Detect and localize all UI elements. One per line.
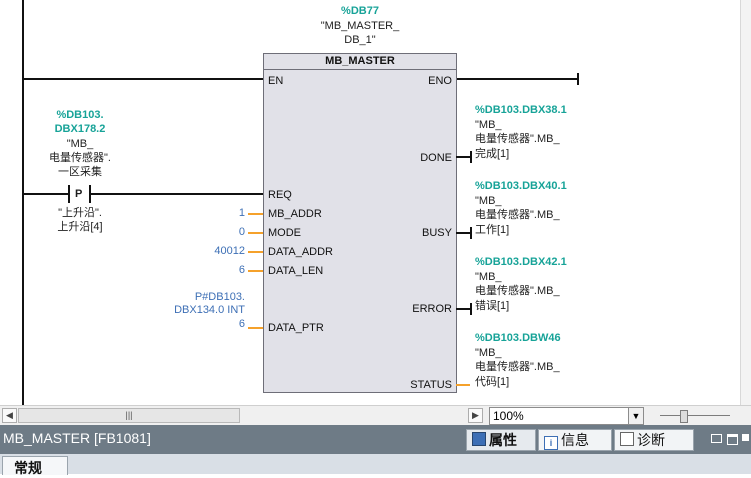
param-data-ptr-1[interactable]: P#DB103.	[150, 291, 245, 303]
pin-mb-addr: MB_ADDR	[268, 208, 322, 220]
busy-name-3: 工作[1]	[475, 224, 510, 236]
pin-data-ptr: DATA_PTR	[268, 322, 324, 334]
inspector-title: MB_MASTER [FB1081]	[3, 430, 151, 446]
error-address: %DB103.DBX42.1	[475, 256, 567, 268]
pin-en: EN	[268, 75, 284, 87]
instance-db-name-2: DB_1"	[344, 34, 376, 46]
zoom-dropdown-icon[interactable]: ▼	[628, 408, 643, 424]
scroll-right-button[interactable]: ▶	[468, 408, 483, 423]
scroll-thumb-grip: |||	[125, 410, 133, 420]
zoom-value: 100%	[493, 409, 524, 423]
param-data-addr[interactable]: 40012	[190, 245, 245, 257]
error-name-2: 电量传感器".MB_	[475, 285, 560, 297]
pin-error: ERROR	[412, 303, 452, 315]
done-wire-end	[470, 151, 472, 163]
instance-db-address: %DB77	[341, 5, 379, 17]
param-data-ptr-3[interactable]: 6	[150, 318, 245, 330]
contact-name-3: 一区采集	[58, 166, 102, 178]
pin-mode: MODE	[268, 227, 301, 239]
tab-info[interactable]: i 信息	[538, 429, 612, 451]
left-power-rail	[22, 0, 24, 405]
pin-busy: BUSY	[422, 227, 452, 239]
zoom-slider-thumb[interactable]	[680, 410, 688, 423]
pin-done: DONE	[420, 152, 452, 164]
param-mb-addr[interactable]: 1	[200, 207, 245, 219]
done-address: %DB103.DBX38.1	[475, 104, 567, 116]
error-wire-end	[470, 303, 472, 315]
status-name-2: 电量传感器".MB_	[475, 361, 560, 373]
param-data-len[interactable]: 6	[200, 264, 245, 276]
vertical-scrollbar[interactable]	[740, 0, 751, 405]
properties-icon	[472, 432, 486, 446]
tab-diagnostics-label: 诊断	[637, 432, 665, 448]
busy-wire-end	[470, 227, 472, 239]
maximize-icon[interactable]	[742, 434, 749, 441]
pin-eno: ENO	[428, 75, 452, 87]
diagnostics-icon	[620, 432, 634, 446]
done-name-3: 完成[1]	[475, 148, 510, 160]
inspector-panel: MB_MASTER [FB1081] 属性 i 信息 诊断 常规	[0, 425, 751, 476]
restore-icon[interactable]	[711, 434, 722, 443]
status-address: %DB103.DBW46	[475, 332, 561, 344]
ladder-canvas[interactable]: P %DB77 "MB_MASTER_ DB_1" MB_MASTER EN E…	[0, 0, 751, 405]
block-title: MB_MASTER	[264, 54, 456, 70]
contact-edge-1: "上升沿".	[58, 207, 102, 219]
en-wire	[24, 78, 263, 80]
busy-name-1: "MB_	[475, 195, 502, 207]
horizontal-scrollbar[interactable]: ◀ ||| ▶ 100% ▼	[0, 405, 751, 425]
contact-bar-left	[68, 185, 70, 203]
subtab-general-label: 常规	[14, 460, 42, 476]
scroll-thumb[interactable]: |||	[18, 408, 240, 423]
eno-wire	[455, 78, 579, 80]
tab-properties-label: 属性	[489, 432, 517, 448]
contact-address-2: DBX178.2	[54, 123, 106, 135]
zoom-slider[interactable]	[660, 409, 730, 423]
error-name-1: "MB_	[475, 271, 502, 283]
pin-req: REQ	[268, 189, 292, 201]
contact-name-2: 电量传感器".	[49, 152, 111, 164]
pin-data-addr: DATA_ADDR	[268, 246, 333, 258]
req-wire-left	[24, 193, 68, 195]
busy-name-2: 电量传感器".MB_	[475, 209, 560, 221]
tab-diagnostics[interactable]: 诊断	[614, 429, 694, 451]
zoom-slider-track	[660, 415, 730, 416]
tab-info-label: 信息	[561, 432, 589, 448]
eno-wire-end	[577, 73, 579, 85]
done-name-2: 电量传感器".MB_	[475, 133, 560, 145]
param-data-ptr-2[interactable]: DBX134.0 INT	[150, 304, 245, 316]
pin-data-len: DATA_LEN	[268, 265, 324, 277]
zoom-select[interactable]: 100% ▼	[489, 407, 644, 425]
status-name-3: 代码[1]	[475, 376, 510, 388]
done-name-1: "MB_	[475, 119, 502, 131]
error-name-3: 错误[1]	[475, 300, 510, 312]
stub-mode	[248, 232, 263, 234]
instance-db-name-1: "MB_MASTER_	[320, 20, 400, 32]
contact-symbol: P	[75, 188, 83, 200]
mb-master-block[interactable]: MB_MASTER EN ENO DONE REQ MB_ADDR MODE B…	[263, 53, 457, 393]
stub-data-len	[248, 270, 263, 272]
status-name-1: "MB_	[475, 347, 502, 359]
contact-name-1: "MB_	[66, 138, 94, 150]
float-icon[interactable]	[727, 434, 738, 445]
info-icon: i	[544, 436, 558, 450]
param-mode[interactable]: 0	[200, 226, 245, 238]
tab-properties[interactable]: 属性	[466, 429, 536, 451]
busy-address: %DB103.DBX40.1	[475, 180, 567, 192]
contact-edge-2: 上升沿[4]	[57, 221, 103, 233]
stub-data-addr	[248, 251, 263, 253]
contact-address-1: %DB103.	[56, 109, 104, 121]
pin-status: STATUS	[410, 379, 452, 391]
stub-mb-addr	[248, 213, 263, 215]
stub-status	[456, 384, 470, 386]
inspector-titlebar: MB_MASTER [FB1081] 属性 i 信息 诊断	[0, 425, 751, 454]
req-wire-right	[91, 193, 263, 195]
scroll-left-button[interactable]: ◀	[2, 408, 17, 423]
subtab-general[interactable]: 常规	[2, 456, 68, 476]
stub-data-ptr	[248, 327, 263, 329]
